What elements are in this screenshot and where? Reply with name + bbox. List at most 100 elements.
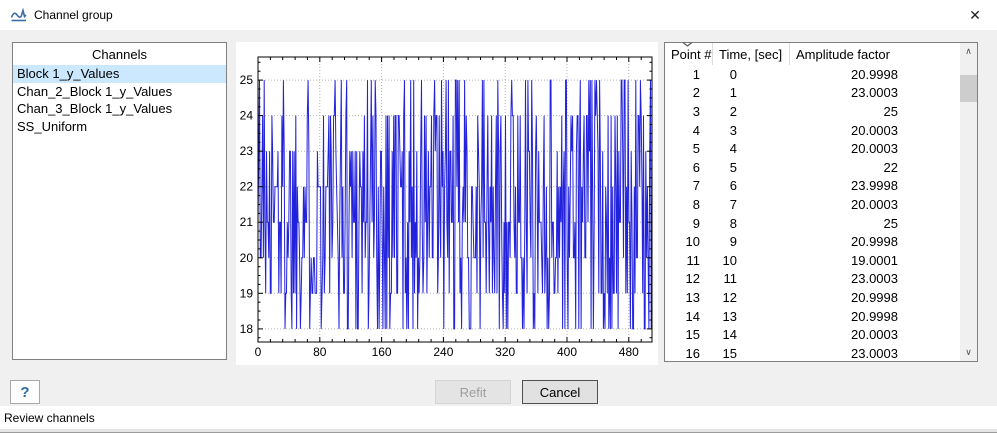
- waveform-icon: [10, 7, 27, 22]
- table-cell: 11: [686, 252, 701, 268]
- sort-indicator-icon: [682, 42, 693, 47]
- table-row[interactable]: 6 5 22: [665, 158, 960, 177]
- table-cell: 7: [729, 196, 737, 212]
- refit-button[interactable]: Refit: [435, 380, 511, 404]
- svg-text:400: 400: [557, 345, 577, 359]
- table-row[interactable]: 7 6 23.9998: [665, 177, 960, 196]
- table-cell: 13: [685, 289, 700, 305]
- status-bar: Review channels: [0, 406, 997, 429]
- svg-text:22: 22: [240, 180, 254, 194]
- channel-item[interactable]: Block 1_y_Values: [13, 65, 226, 83]
- svg-text:23: 23: [240, 144, 254, 158]
- table-cell: 23.0003: [851, 85, 898, 101]
- table-row[interactable]: 8 7 20.0003: [665, 195, 960, 214]
- table-cell: 14: [722, 327, 737, 343]
- table-cell: 20.0003: [851, 122, 898, 138]
- table-cell: 25: [883, 103, 898, 119]
- scrollbar-thumb[interactable]: [960, 75, 977, 102]
- svg-text:20: 20: [240, 251, 254, 265]
- table-row[interactable]: 2 1 23.0003: [665, 84, 960, 103]
- table-cell: 23.0003: [851, 271, 898, 287]
- table-row[interactable]: 14 13 20.9998: [665, 307, 960, 326]
- table-cell: 15: [722, 345, 737, 361]
- channel-item[interactable]: SS_Uniform: [13, 118, 226, 136]
- table-cell: 12: [722, 289, 737, 305]
- svg-text:18: 18: [240, 322, 254, 336]
- cancel-button[interactable]: Cancel: [522, 380, 598, 404]
- table-row[interactable]: 16 15 23.0003: [665, 344, 960, 361]
- table-cell: 11: [723, 271, 738, 287]
- close-icon[interactable]: ✕: [961, 3, 989, 27]
- table-row[interactable]: 12 11 23.0003: [665, 270, 960, 289]
- table-scrollbar[interactable]: ∧ ∨: [960, 43, 977, 361]
- channel-group-dialog: Channel group ✕ Channels Block 1_y_Value…: [0, 0, 997, 433]
- table-cell: 20.0003: [851, 327, 898, 343]
- table-row[interactable]: 4 3 20.0003: [665, 121, 960, 140]
- table-cell: 19.0001: [851, 252, 898, 268]
- table-cell: 8: [729, 215, 737, 231]
- table-row[interactable]: 15 14 20.0003: [665, 325, 960, 344]
- svg-text:320: 320: [495, 345, 515, 359]
- table-cell: 6: [729, 178, 737, 194]
- table-header: Point # Time, [sec] Amplitude factor: [665, 42, 960, 65]
- table-cell: 3: [729, 122, 737, 138]
- scroll-down-icon[interactable]: ∨: [960, 344, 977, 361]
- table-row[interactable]: 9 8 25: [665, 214, 960, 233]
- table-cell: 20.9998: [851, 308, 898, 324]
- table-cell: 0: [729, 66, 737, 82]
- table-row[interactable]: 11 10 19.0001: [665, 251, 960, 270]
- table-cell: 8: [692, 196, 700, 212]
- table-cell: 16: [685, 345, 700, 361]
- table-cell: 10: [685, 234, 700, 250]
- status-text: Review channels: [4, 411, 95, 425]
- channel-item[interactable]: Chan_2_Block 1_y_Values: [13, 83, 226, 101]
- table-cell: 12: [685, 271, 700, 287]
- table-cell: 9: [729, 234, 737, 250]
- table-row[interactable]: 1 0 20.9998: [665, 65, 960, 84]
- table-cell: 4: [729, 141, 737, 157]
- svg-text:160: 160: [372, 345, 392, 359]
- table-cell: 5: [729, 159, 737, 175]
- table-cell: 2: [729, 103, 737, 119]
- table-row[interactable]: 10 9 20.9998: [665, 232, 960, 251]
- table-row[interactable]: 5 4 20.0003: [665, 139, 960, 158]
- table-cell: 5: [692, 141, 700, 157]
- svg-text:0: 0: [255, 345, 262, 359]
- signal-plot: 18 19 20 21 22 23 24 25 0 80 160 240 320 400 480: [240, 56, 653, 359]
- column-header-amplitude[interactable]: Amplitude factor: [790, 43, 960, 65]
- table-cell: 4: [692, 122, 700, 138]
- svg-text:19: 19: [240, 286, 254, 300]
- table-cell: 1: [692, 66, 700, 82]
- help-button[interactable]: ?: [10, 380, 40, 404]
- svg-text:25: 25: [240, 73, 254, 87]
- plot-panel: 18 19 20 21 22 23 24 25 0 80 160 240 320 400 480: [236, 42, 658, 365]
- table-cell: 10: [722, 252, 737, 268]
- points-table-panel: Point # Time, [sec] Amplitude factor 102…: [664, 42, 978, 362]
- table-cell: 6: [692, 159, 700, 175]
- table-cell: 20.9998: [851, 66, 898, 82]
- scroll-up-icon[interactable]: ∧: [960, 43, 977, 60]
- window-title: Channel group: [34, 8, 113, 22]
- table-row[interactable]: 13 12 20.9998: [665, 288, 960, 307]
- table-cell: 14: [685, 308, 700, 324]
- table-cell: 2: [692, 85, 700, 101]
- table-cell: 1: [729, 85, 737, 101]
- table-cell: 20.9998: [851, 289, 898, 305]
- channels-panel: Channels Block 1_y_Values Chan_2_Block 1_…: [12, 42, 227, 360]
- svg-text:24: 24: [240, 109, 254, 123]
- table-cell: 20.0003: [851, 196, 898, 212]
- table-cell: 25: [883, 215, 898, 231]
- table-cell: 20.0003: [851, 141, 898, 157]
- channels-header: Channels: [92, 47, 147, 62]
- channel-item[interactable]: Chan_3_Block 1_y_Values: [13, 100, 226, 118]
- table-cell: 3: [692, 103, 700, 119]
- table-cell: 22: [883, 159, 898, 175]
- table-row[interactable]: 3 2 25: [665, 102, 960, 121]
- table-body: 1 0 20.9998 2 1 23.0003 3 2 25 4 3 20.0003 5 4 20.0003…: [665, 65, 960, 361]
- column-header-time[interactable]: Time, [sec]: [713, 43, 790, 65]
- table-cell: 23.9998: [851, 178, 898, 194]
- table-cell: 9: [692, 215, 700, 231]
- table-cell: 23.0003: [851, 345, 898, 361]
- svg-text:240: 240: [433, 345, 453, 359]
- channel-list: Block 1_y_Values Chan_2_Block 1_y_Values C…: [13, 65, 226, 135]
